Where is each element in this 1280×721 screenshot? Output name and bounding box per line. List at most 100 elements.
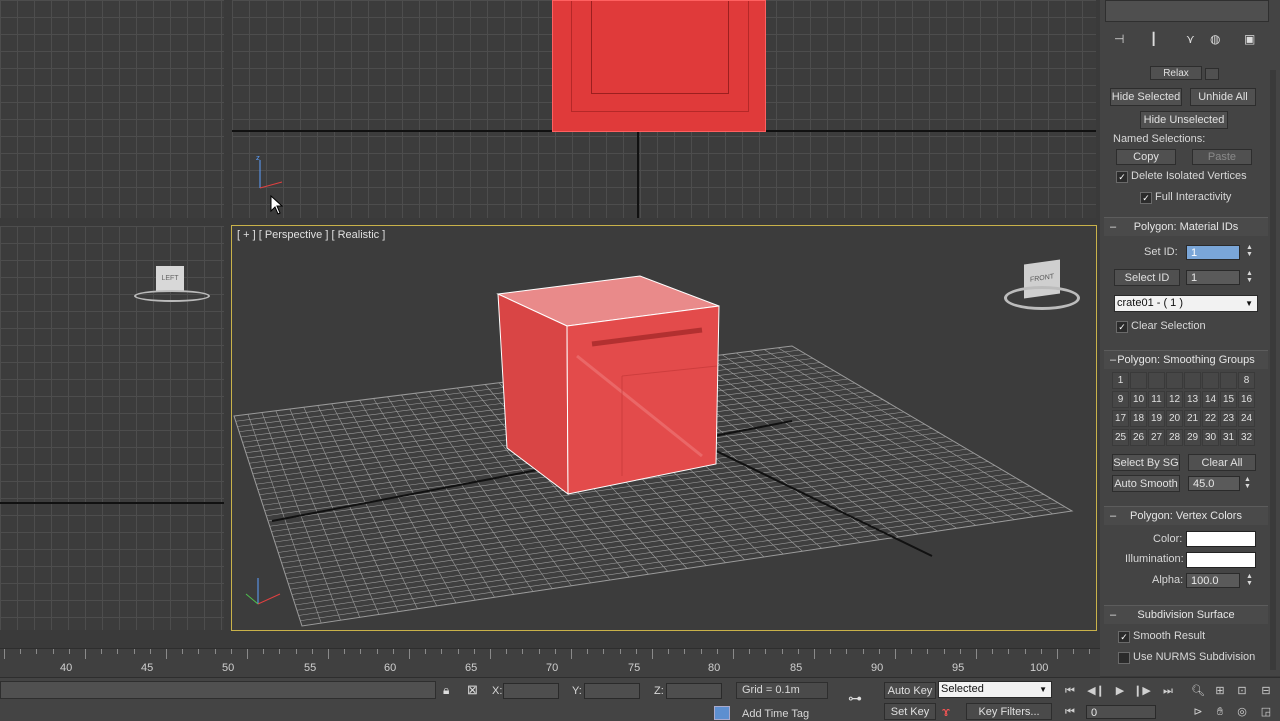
alpha-input[interactable]: 100.0 (1186, 573, 1240, 588)
set-id-spinner-icon[interactable]: ▲ ▼ (1246, 244, 1253, 258)
clear-selection-checkbox[interactable]: ✓ (1116, 321, 1128, 333)
smoothing-group-button[interactable] (1184, 372, 1201, 389)
copy-button[interactable]: Copy (1116, 149, 1176, 165)
smoothing-group-button[interactable]: 16 (1238, 391, 1255, 408)
key-mode-icon[interactable]: ⏮ (1060, 705, 1080, 719)
go-to-start-icon[interactable]: ⏮ (1060, 684, 1080, 698)
full-interactivity-checkbox[interactable]: ✓ (1140, 192, 1152, 204)
relax-button[interactable]: Relax (1150, 66, 1202, 80)
smoothing-group-button[interactable]: 11 (1148, 391, 1165, 408)
smoothing-groups-rollout[interactable]: – Polygon: Smoothing Groups (1104, 350, 1268, 369)
modify-tab-icon[interactable]: ┃ (1150, 32, 1157, 46)
paste-button[interactable]: Paste (1192, 149, 1252, 165)
lock-icon[interactable]: 🔒︎ (443, 683, 449, 698)
y-coordinate-input[interactable] (584, 683, 640, 699)
auto-smooth-input[interactable]: 45.0 (1188, 476, 1240, 491)
smoothing-group-button[interactable]: 1 (1112, 372, 1129, 389)
smoothing-group-button[interactable] (1202, 372, 1219, 389)
smoothing-group-button[interactable]: 25 (1112, 429, 1129, 446)
smoothing-group-button[interactable]: 31 (1220, 429, 1237, 446)
smoothing-group-button[interactable] (1148, 372, 1165, 389)
color-swatch[interactable] (1186, 531, 1256, 547)
key-icon[interactable]: ⊶ (848, 690, 862, 707)
play-icon[interactable]: ▶︎ (1110, 684, 1130, 698)
next-frame-icon[interactable]: ❙▶︎ (1132, 684, 1152, 698)
auto-smooth-button[interactable]: Auto Smooth (1112, 475, 1180, 492)
motion-tab-icon[interactable]: ◍ (1210, 32, 1220, 46)
set-key-button[interactable]: Set Key (884, 703, 936, 720)
smoothing-group-button[interactable]: 18 (1130, 410, 1147, 427)
smoothing-group-button[interactable] (1166, 372, 1183, 389)
select-id-input[interactable]: 1 (1186, 270, 1240, 285)
use-nurms-checkbox[interactable] (1118, 652, 1130, 664)
maximize-viewport-icon[interactable]: ◲ (1256, 705, 1276, 719)
auto-key-button[interactable]: Auto Key (884, 682, 936, 699)
relax-settings-button[interactable] (1205, 68, 1219, 80)
zoom-extents-icon[interactable]: ⊡ (1232, 684, 1252, 698)
panel-scrollbar[interactable] (1270, 70, 1276, 670)
set-key-icon[interactable]: ɤ (942, 704, 950, 719)
key-selection-dropdown[interactable]: Selected ▼ (938, 681, 1052, 698)
z-coordinate-input[interactable] (666, 683, 722, 699)
hierarchy-tab-icon[interactable]: ⋎ (1186, 32, 1195, 46)
create-tab-icon[interactable]: ⊣ (1114, 32, 1124, 46)
smoothing-group-button[interactable]: 14 (1202, 391, 1219, 408)
hide-selected-button[interactable]: Hide Selected (1110, 88, 1182, 106)
previous-frame-icon[interactable]: ◀︎❙ (1086, 684, 1106, 698)
delete-isolated-checkbox[interactable]: ✓ (1116, 171, 1128, 183)
auto-smooth-spinner-icon[interactable]: ▲ ▼ (1244, 476, 1251, 490)
x-coordinate-input[interactable] (503, 683, 559, 699)
smoothing-group-button[interactable]: 8 (1238, 372, 1255, 389)
smoothing-group-button[interactable]: 17 (1112, 410, 1129, 427)
smoothing-group-button[interactable]: 10 (1130, 391, 1147, 408)
zoom-extents-all-icon[interactable]: ⊟ (1256, 684, 1276, 698)
select-id-button[interactable]: Select ID (1114, 269, 1180, 286)
smooth-result-checkbox[interactable]: ✓ (1118, 631, 1130, 643)
smoothing-group-button[interactable]: 9 (1112, 391, 1129, 408)
field-of-view-icon[interactable]: ⊳ (1188, 705, 1208, 719)
zoom-icon[interactable]: 🔍︎ (1188, 684, 1208, 698)
viewport-front[interactable]: z (232, 0, 1096, 218)
smoothing-group-button[interactable]: 32 (1238, 429, 1255, 446)
smoothing-group-button[interactable]: 22 (1202, 410, 1219, 427)
key-filters-button[interactable]: Key Filters... (966, 703, 1052, 720)
smoothing-group-button[interactable] (1220, 372, 1237, 389)
utilities-tab-icon[interactable]: ▣ (1244, 32, 1255, 46)
go-to-end-icon[interactable]: ⏭ (1158, 684, 1178, 698)
viewport-perspective[interactable]: [ + ] [ Perspective ] [ Realistic ] FRON… (231, 225, 1097, 631)
clear-all-button[interactable]: Clear All (1188, 454, 1256, 471)
viewport-top-left[interactable] (0, 0, 224, 218)
subdivision-rollout[interactable]: – Subdivision Surface (1104, 605, 1268, 624)
material-dropdown[interactable]: crate01 - ( 1 ) ▼ (1114, 295, 1258, 312)
smoothing-group-button[interactable]: 26 (1130, 429, 1147, 446)
unhide-all-button[interactable]: Unhide All (1190, 88, 1256, 106)
smoothing-group-button[interactable]: 20 (1166, 410, 1183, 427)
smoothing-group-button[interactable]: 19 (1148, 410, 1165, 427)
smoothing-group-button[interactable]: 24 (1238, 410, 1255, 427)
smoothing-group-button[interactable]: 27 (1148, 429, 1165, 446)
prompt-line[interactable] (0, 681, 436, 699)
zoom-all-icon[interactable]: ⊞ (1210, 684, 1230, 698)
smoothing-group-button[interactable]: 15 (1220, 391, 1237, 408)
smoothing-group-button[interactable]: 23 (1220, 410, 1237, 427)
smoothing-group-button[interactable]: 30 (1202, 429, 1219, 446)
viewcube-left-icon[interactable]: LEFT (156, 266, 184, 292)
crate-front-view[interactable] (552, 0, 766, 132)
alpha-spinner-icon[interactable]: ▲ ▼ (1246, 573, 1253, 587)
smoothing-group-button[interactable] (1130, 372, 1147, 389)
smoothing-group-button[interactable]: 28 (1166, 429, 1183, 446)
vertex-colors-rollout[interactable]: – Polygon: Vertex Colors (1104, 506, 1268, 525)
smoothing-group-button[interactable]: 13 (1184, 391, 1201, 408)
absolute-mode-icon[interactable]: ⊠ (467, 682, 478, 698)
add-time-tag-label[interactable]: Add Time Tag (742, 708, 809, 720)
current-frame-input[interactable]: 0 (1086, 705, 1156, 719)
smoothing-group-button[interactable]: 29 (1184, 429, 1201, 446)
viewport-left[interactable]: LEFT (0, 226, 224, 630)
illumination-swatch[interactable] (1186, 552, 1256, 568)
select-id-spinner-icon[interactable]: ▲ ▼ (1246, 270, 1253, 284)
orbit-icon[interactable]: ◎ (1232, 705, 1252, 719)
select-by-sg-button[interactable]: Select By SG (1112, 454, 1180, 471)
material-ids-rollout[interactable]: – Polygon: Material IDs (1104, 217, 1268, 236)
smoothing-group-button[interactable]: 12 (1166, 391, 1183, 408)
pan-icon[interactable]: ✋︎ (1210, 705, 1230, 719)
